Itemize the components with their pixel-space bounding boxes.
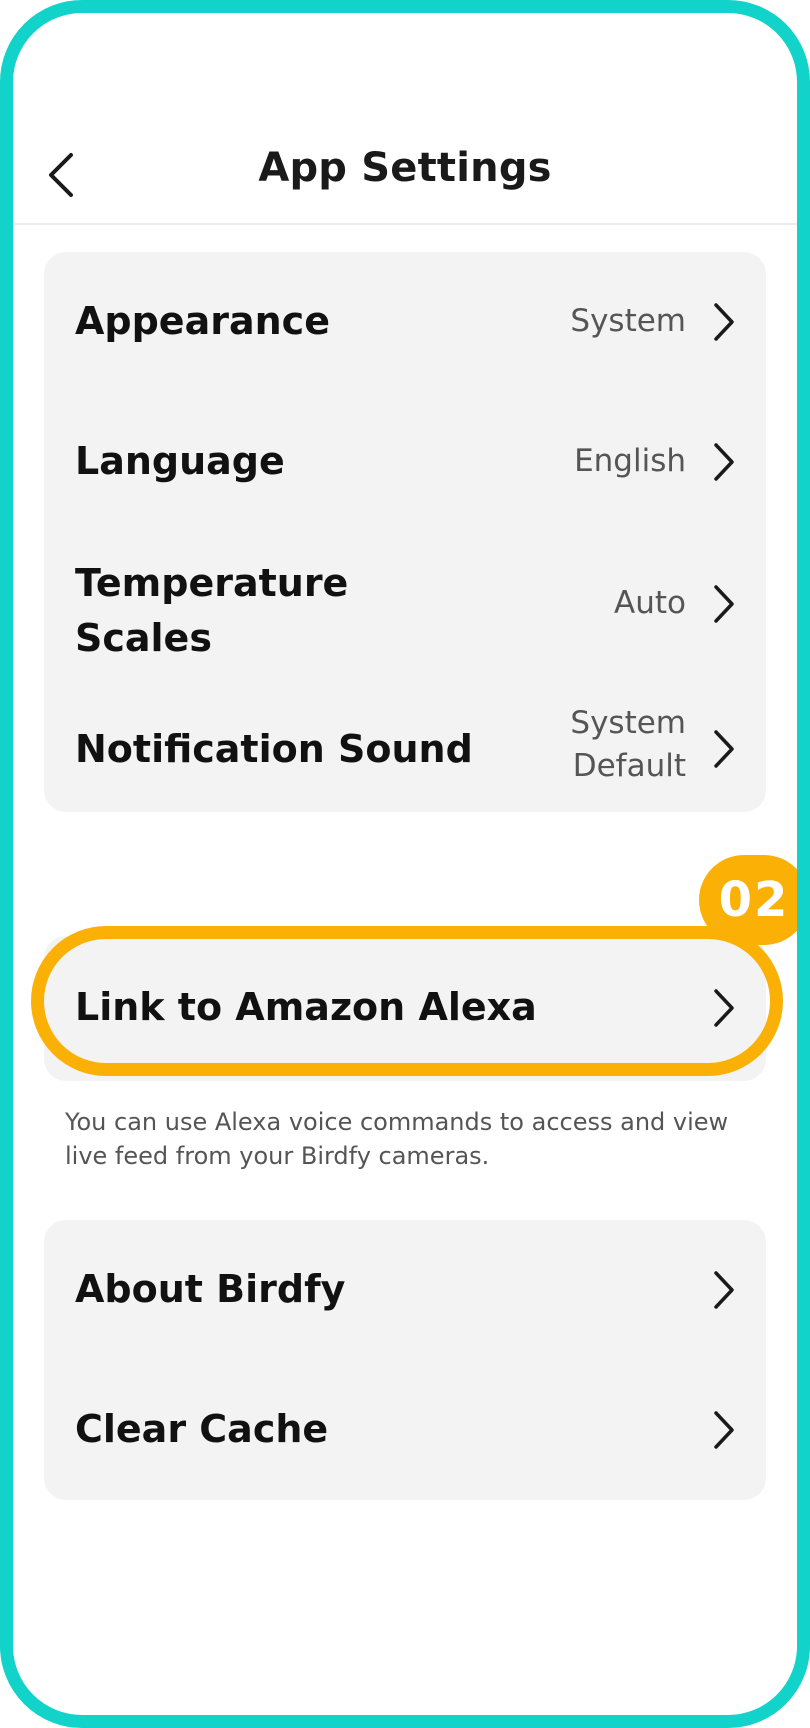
language-value: English: [574, 443, 686, 479]
page-title: App Settings: [258, 145, 552, 191]
general-settings-card: Appearance System Language English Tempe…: [44, 252, 766, 812]
about-birdfy-row[interactable]: About Birdfy: [44, 1220, 766, 1360]
chevron-right-icon: [714, 443, 734, 481]
chevron-right-icon: [714, 989, 734, 1027]
link-alexa-label: Link to Amazon Alexa: [75, 985, 537, 1029]
temperature-scales-label: Temperature Scales: [75, 561, 349, 660]
header: App Settings: [13, 123, 797, 225]
phone-frame: App Settings Appearance System Language …: [0, 0, 810, 1728]
about-birdfy-label: About Birdfy: [75, 1267, 346, 1311]
chevron-right-icon: [714, 730, 734, 768]
alexa-card: Link to Amazon Alexa: [44, 936, 766, 1081]
alexa-helper-text: You can use Alexa voice commands to acce…: [65, 1108, 729, 1170]
notification-sound-label: Notification Sound: [75, 727, 473, 771]
temperature-scales-row[interactable]: Temperature Scales Auto: [44, 532, 766, 672]
notification-sound-value: System Default: [570, 705, 686, 784]
step-badge: 02: [699, 855, 797, 945]
link-alexa-row[interactable]: Link to Amazon Alexa: [44, 936, 766, 1081]
chevron-right-icon: [714, 1271, 734, 1309]
appearance-label: Appearance: [75, 299, 330, 343]
appearance-row[interactable]: Appearance System: [44, 252, 766, 392]
language-label: Language: [75, 439, 285, 483]
appearance-value: System: [570, 303, 686, 339]
clear-cache-label: Clear Cache: [75, 1407, 329, 1451]
chevron-right-icon: [714, 1411, 734, 1449]
temperature-scales-value: Auto: [614, 585, 686, 621]
clear-cache-row[interactable]: Clear Cache: [44, 1360, 766, 1500]
language-row[interactable]: Language English: [44, 392, 766, 532]
chevron-right-icon: [714, 303, 734, 341]
more-settings-card: About Birdfy Clear Cache: [44, 1220, 766, 1500]
notification-sound-row[interactable]: Notification Sound System Default: [44, 672, 766, 812]
chevron-right-icon: [714, 585, 734, 623]
